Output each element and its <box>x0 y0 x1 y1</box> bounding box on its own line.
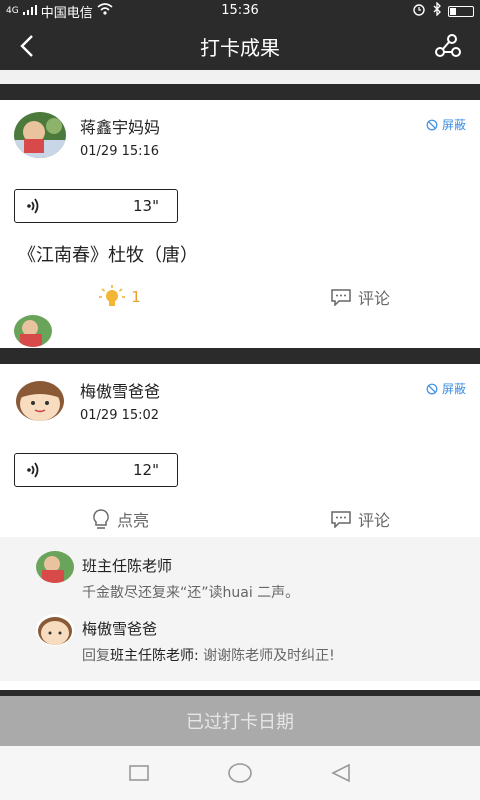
back-arrow-icon[interactable] <box>14 32 42 60</box>
poem-title: 《江南春》杜牧（唐） <box>18 245 198 266</box>
status-time: 15:36 <box>221 3 259 18</box>
like-button[interactable]: 点亮 <box>0 507 240 531</box>
block-label: 屏蔽 <box>441 382 466 396</box>
block-button[interactable]: 屏蔽 <box>426 116 466 133</box>
block-icon <box>426 119 438 130</box>
block-button[interactable]: 屏蔽 <box>426 380 466 397</box>
post-author[interactable]: 蒋鑫宇妈妈 <box>80 114 160 138</box>
feed: 蒋鑫宇妈妈 01/29 15:16 屏蔽 13" 《江南春》杜牧（唐） 1 评论… <box>0 70 480 690</box>
like-button[interactable]: 1 <box>0 285 240 309</box>
checkin-closed-button[interactable]: 已过打卡日期 <box>0 696 480 746</box>
page-title: 打卡成果 <box>200 35 280 60</box>
comment-label: 评论 <box>357 511 390 530</box>
like-count: 1 <box>131 288 141 306</box>
post-time: 01/29 15:16 <box>80 144 160 159</box>
title-bar: 打卡成果 <box>0 22 480 70</box>
divider <box>0 348 480 364</box>
post-card: 梅傲雪爸爸 01/29 15:02 屏蔽 12" 点亮 评论 班主任陈老师 千金… <box>0 364 480 681</box>
comment-label: 评论 <box>357 289 390 308</box>
comment-text: 回复班主任陈老师: 谢谢陈老师及时纠正! <box>82 645 335 665</box>
post-time: 01/29 15:02 <box>80 408 160 423</box>
comment-item[interactable]: 梅傲雪爸爸 回复班主任陈老师: 谢谢陈老师及时纠正! <box>36 614 480 665</box>
comment-icon <box>331 511 351 528</box>
comment-author: 梅傲雪爸爸 <box>82 620 158 638</box>
battery-icon <box>448 5 474 17</box>
post-author[interactable]: 梅傲雪爸爸 <box>80 378 160 402</box>
avatar[interactable] <box>14 376 66 422</box>
block-label: 屏蔽 <box>441 118 466 132</box>
lightbulb-lit-icon <box>99 285 126 306</box>
block-icon <box>426 383 438 394</box>
comment-button[interactable]: 评论 <box>240 285 480 309</box>
avatar[interactable] <box>36 614 74 646</box>
like-label: 点亮 <box>116 511 149 530</box>
avatar[interactable] <box>14 112 66 158</box>
audio-duration: 12" <box>133 461 159 479</box>
back-icon[interactable] <box>330 763 352 783</box>
feed-top-spacer <box>0 70 480 84</box>
share-icon[interactable] <box>434 32 462 60</box>
comment-icon <box>331 289 351 306</box>
audio-player[interactable]: 13" <box>14 189 178 223</box>
reply-to-user[interactable]: 班主任陈老师: <box>110 648 199 664</box>
home-icon[interactable] <box>227 762 253 784</box>
reply-text: 谢谢陈老师及时纠正! <box>198 648 335 664</box>
comment-button[interactable]: 评论 <box>240 507 480 531</box>
post-actions: 点亮 评论 <box>0 501 480 537</box>
audio-duration: 13" <box>133 197 159 215</box>
comments-section: 班主任陈老师 千金散尽还复来“还”读huai 二声。 梅傲雪爸爸 回复班主任陈老… <box>0 537 480 681</box>
comment-text: 千金散尽还复来“还”读huai 二声。 <box>82 585 300 601</box>
post-actions: 1 评论 <box>0 279 480 315</box>
post-card: 蒋鑫宇妈妈 01/29 15:16 屏蔽 13" 《江南春》杜牧（唐） 1 评论 <box>0 100 480 348</box>
recent-apps-icon[interactable] <box>128 764 150 782</box>
status-bar: 4G 中国电信 15:36 <box>0 0 480 22</box>
comment-item[interactable]: 班主任陈老师 千金散尽还复来“还”读huai 二声。 <box>36 551 480 602</box>
sound-wave-icon <box>27 198 39 214</box>
system-nav-bar <box>0 746 480 800</box>
audio-player[interactable]: 12" <box>14 453 178 487</box>
divider <box>0 84 480 100</box>
reply-prefix: 回复 <box>82 648 110 664</box>
comment-author: 班主任陈老师 <box>82 557 173 575</box>
avatar[interactable] <box>36 551 74 583</box>
lightbulb-icon <box>93 509 109 529</box>
sound-wave-icon <box>27 462 39 478</box>
liked-users <box>0 315 480 347</box>
avatar[interactable] <box>14 315 52 347</box>
